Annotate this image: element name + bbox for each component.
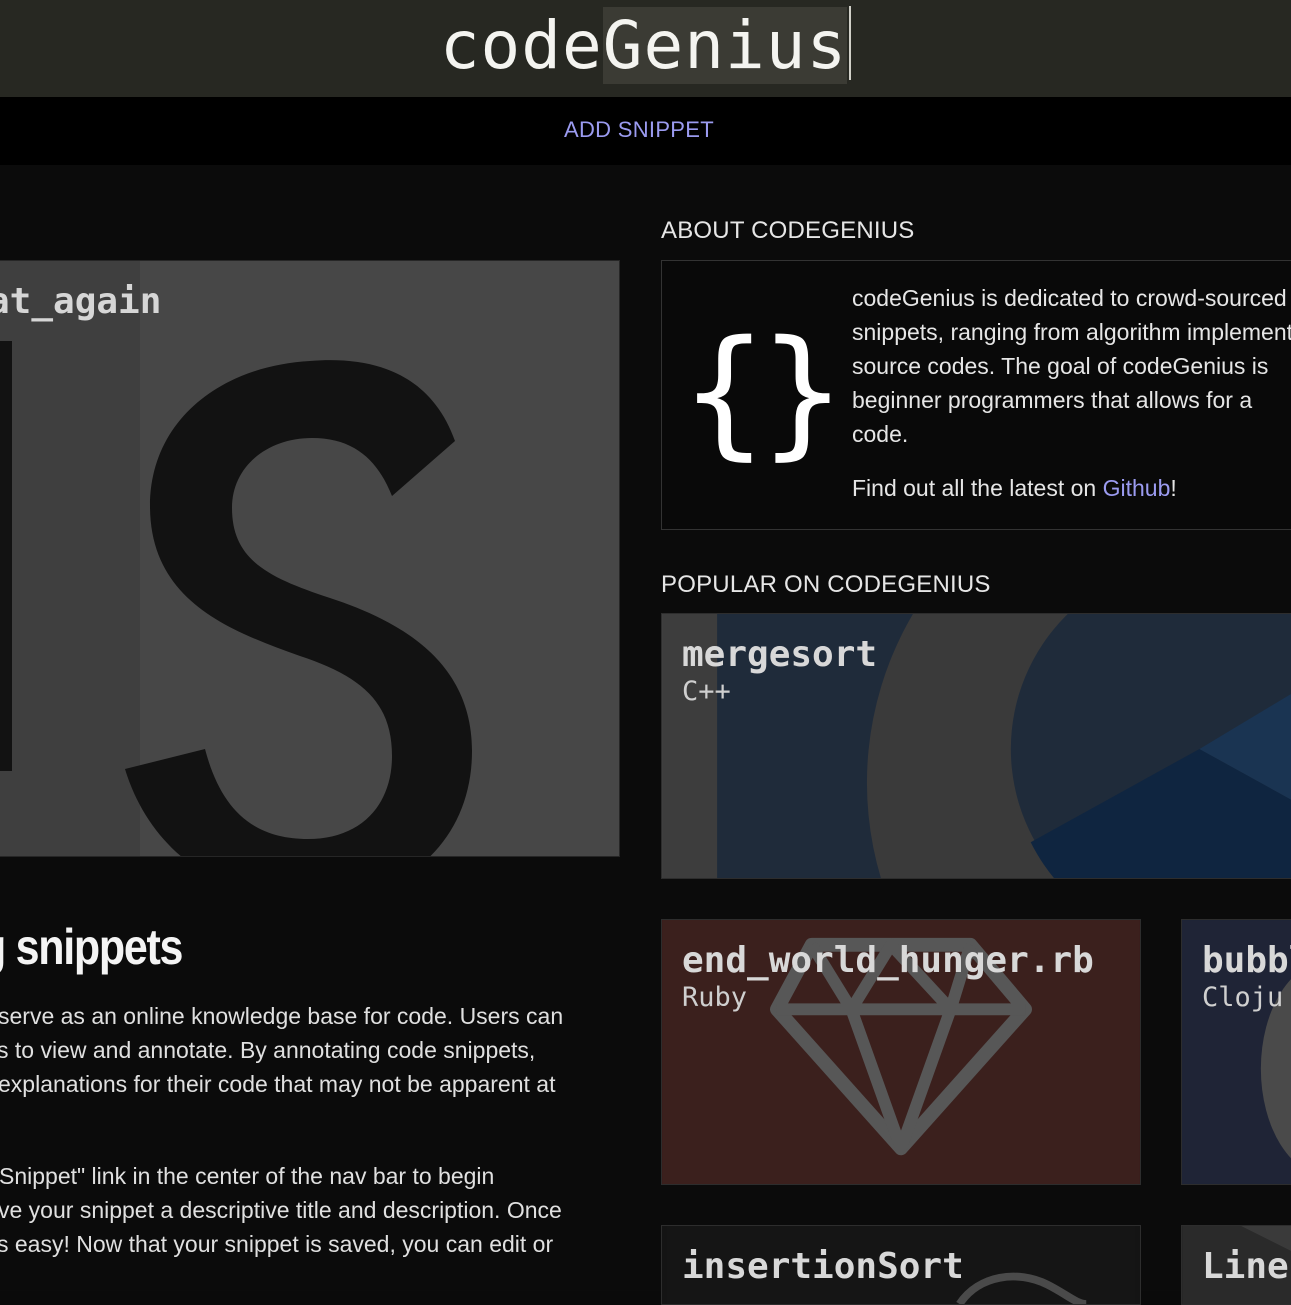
logo-genius: Genius	[602, 7, 848, 84]
intro-heading: g snippets	[0, 919, 183, 975]
popular-heading: POPULAR ON CODEGENIUS	[661, 571, 991, 598]
github-prefix: Find out all the latest on	[852, 475, 1103, 501]
about-line: snippets, ranging from algorithm impleme…	[852, 319, 1291, 345]
js-logo-icon	[0, 261, 619, 856]
card-title: bubbl	[1202, 940, 1291, 981]
intro-p2-line: Snippet" link in the center of the nav b…	[0, 1163, 495, 1189]
intro-paragraph-1: serve as an online knowledge base for co…	[0, 999, 620, 1101]
popular-card-line[interactable]: Line	[1181, 1225, 1291, 1305]
intro-p1-line: s to view and annotate. By annotating co…	[0, 1037, 536, 1063]
logo-code: code	[439, 7, 603, 84]
card-title: insertionSort	[682, 1246, 964, 1287]
curly-braces-icon: {}	[682, 311, 845, 474]
popular-card-mergesort[interactable]: mergesort C++	[661, 613, 1291, 879]
popular-card-insertionsort[interactable]: insertionSort	[661, 1225, 1141, 1305]
popular-card-end-world-hunger[interactable]: end_world_hunger.rb Ruby	[661, 919, 1141, 1185]
text-caret	[849, 6, 852, 80]
card-title: end_world_hunger.rb	[682, 940, 1094, 981]
github-link[interactable]: Github	[1103, 475, 1171, 501]
card-language: Cloju	[1202, 982, 1284, 1013]
intro-p1-line: explanations for their code that may not…	[0, 1071, 556, 1097]
about-line: code.	[852, 421, 909, 447]
featured-snippet-title: at_again	[0, 281, 162, 322]
card-language: C++	[682, 676, 731, 707]
github-suffix: !	[1170, 475, 1177, 501]
site-logo[interactable]: codeGenius	[0, 6, 1291, 86]
intro-p1-line: serve as an online knowledge base for co…	[0, 1003, 564, 1029]
intro-p2-line: ve your snippet a descriptive title and …	[0, 1197, 562, 1223]
about-line: beginner programmers that allows for a	[852, 387, 1253, 413]
featured-snippet-card[interactable]: at_again	[0, 260, 620, 857]
site-header: codeGenius	[0, 0, 1291, 97]
github-line: Find out all the latest on Github!	[852, 475, 1177, 502]
intro-p2-line: s easy! Now that your snippet is saved, …	[0, 1231, 554, 1257]
popular-card-bubble[interactable]: bubbl Cloju	[1181, 919, 1291, 1185]
card-title: mergesort	[682, 634, 878, 675]
about-line: source codes. The goal of codeGenius is	[852, 353, 1269, 379]
about-description: codeGenius is dedicated to crowd-sourced…	[852, 281, 1291, 451]
about-heading: ABOUT CODEGENIUS	[661, 217, 915, 244]
card-language: Ruby	[682, 982, 748, 1013]
intro-paragraph-2: Snippet" link in the center of the nav b…	[0, 1159, 620, 1261]
about-line: codeGenius is dedicated to crowd-sourced	[852, 285, 1287, 311]
card-title: Line	[1202, 1246, 1289, 1287]
nav-bar: ADD SNIPPET	[0, 97, 1291, 165]
add-snippet-link[interactable]: ADD SNIPPET	[0, 117, 1278, 143]
